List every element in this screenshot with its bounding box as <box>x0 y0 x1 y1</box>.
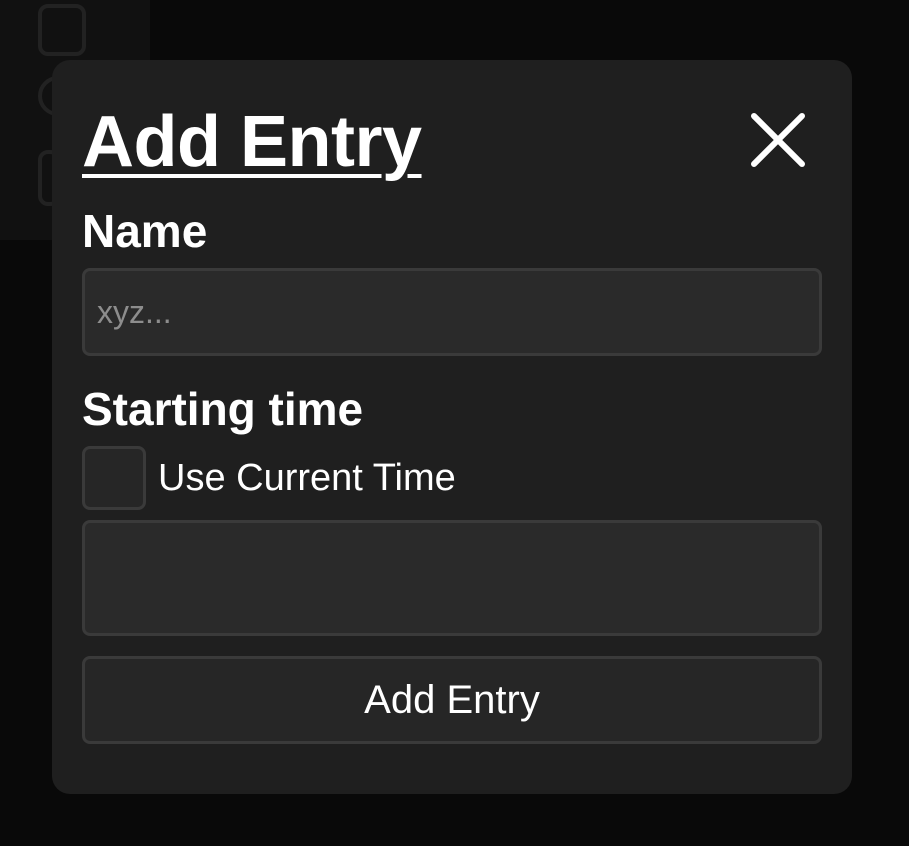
modal-title: Add Entry <box>82 102 422 182</box>
add-entry-button[interactable]: Add Entry <box>82 656 822 744</box>
close-icon <box>751 113 805 167</box>
chart-icon <box>38 4 86 56</box>
name-input[interactable] <box>82 268 822 356</box>
add-entry-modal: Add Entry Name Starting time Use Current… <box>52 60 852 794</box>
starting-time-label: Starting time <box>82 383 364 435</box>
use-current-time-row[interactable]: Use Current Time <box>82 446 456 510</box>
use-current-time-checkbox[interactable] <box>82 446 146 510</box>
close-button[interactable] <box>746 108 810 172</box>
name-label: Name <box>82 205 208 257</box>
starting-time-input[interactable] <box>82 520 822 636</box>
use-current-time-label: Use Current Time <box>158 457 456 499</box>
